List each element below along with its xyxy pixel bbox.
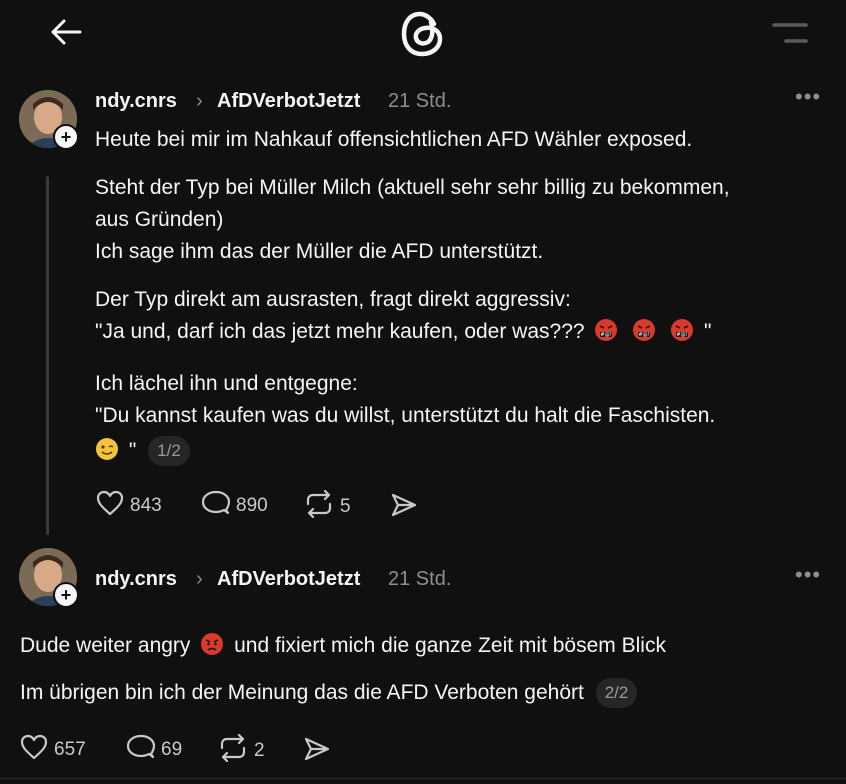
username[interactable]: ndy.cnrs [95, 90, 177, 113]
svg-text:#@!: #@! [639, 332, 650, 338]
share-button[interactable] [390, 492, 418, 524]
repost-count: 2 [254, 740, 265, 761]
menu-icon[interactable] [772, 22, 808, 44]
topic-tag[interactable]: AfDVerbotJetzt [217, 568, 360, 591]
follow-plus-icon[interactable]: + [53, 124, 79, 150]
repost-icon [218, 733, 248, 768]
post-text-line: "Du kannst kaufen was du willst, unterst… [95, 404, 716, 427]
comment-button[interactable]: 69 [126, 734, 183, 766]
comment-button[interactable]: 890 [201, 490, 268, 522]
page-indicator: 2/2 [595, 678, 638, 709]
more-options-icon[interactable]: ••• [795, 84, 821, 110]
heart-icon [20, 734, 48, 766]
post-text-line: Der Typ direkt am ausrasten, fragt direk… [95, 288, 571, 311]
repost-button[interactable]: 5 [304, 489, 351, 524]
like-button[interactable]: 843 [96, 490, 162, 522]
repost-button[interactable]: 2 [218, 733, 265, 768]
post-text-segment: " [703, 320, 712, 343]
follow-plus-icon[interactable]: + [53, 582, 79, 608]
post-text-line: "Ja und, darf ich das jetzt mehr kaufen,… [95, 316, 711, 348]
comment-count: 69 [161, 739, 183, 760]
angry-cursing-face-icon: #@! [590, 319, 628, 343]
more-options-icon[interactable]: ••• [795, 562, 821, 588]
divider [0, 778, 846, 779]
svg-text:#@!: #@! [676, 332, 687, 338]
comment-count: 890 [236, 495, 268, 516]
repost-icon [304, 489, 334, 524]
page-indicator: 1/2 [148, 436, 190, 467]
like-count: 843 [130, 495, 162, 516]
post-text-segment: Dude weiter angry [20, 634, 191, 657]
chevron-right-icon: › [196, 568, 203, 590]
share-button[interactable] [303, 736, 331, 768]
timestamp: 21 Std. [388, 568, 452, 590]
comment-bubble-icon [126, 734, 156, 766]
post-text-line: Ich lächel ihn und entgegne: [95, 372, 358, 395]
thread-line [46, 176, 49, 535]
post-text-line: Dude weiter angry und fixiert mich die g… [20, 630, 666, 662]
send-icon [390, 492, 418, 524]
post-text-line: " 1/2 [95, 435, 190, 467]
like-button[interactable]: 657 [20, 734, 86, 766]
angry-cursing-face-icon: #@! [628, 319, 666, 343]
topic-tag[interactable]: AfDVerbotJetzt [217, 90, 360, 113]
comment-bubble-icon [201, 490, 231, 522]
back-arrow-icon[interactable] [50, 18, 82, 46]
chevron-right-icon: › [196, 90, 203, 112]
threads-logo-icon[interactable] [401, 10, 445, 58]
post-text-segment: "Ja und, darf ich das jetzt mehr kaufen,… [95, 320, 585, 343]
post-text-segment: " [128, 439, 137, 462]
timestamp: 21 Std. [388, 90, 452, 112]
send-icon [303, 736, 331, 768]
post-text-segment: Im übrigen bin ich der Meinung das die A… [20, 681, 584, 704]
like-count: 657 [54, 739, 86, 760]
username[interactable]: ndy.cnrs [95, 568, 177, 591]
top-bar [0, 0, 846, 72]
post-text-line: Ich sage ihm das der Müller die AFD unte… [95, 240, 544, 263]
post-text-line: Im übrigen bin ich der Meinung das die A… [20, 677, 638, 709]
angry-cursing-face-icon: #@! [666, 319, 704, 343]
winking-face-icon [95, 438, 129, 462]
post-text-line: Steht der Typ bei Müller Milch (aktuell … [95, 176, 730, 199]
heart-icon [96, 490, 124, 522]
svg-text:#@!: #@! [601, 332, 612, 338]
post-text-segment: und fixiert mich die ganze Zeit mit böse… [234, 634, 666, 657]
angry-face-icon [196, 633, 234, 657]
post-text-line: aus Gründen) [95, 208, 224, 231]
post-text-line: Heute bei mir im Nahkauf offensichtliche… [95, 128, 693, 151]
repost-count: 5 [340, 496, 351, 517]
